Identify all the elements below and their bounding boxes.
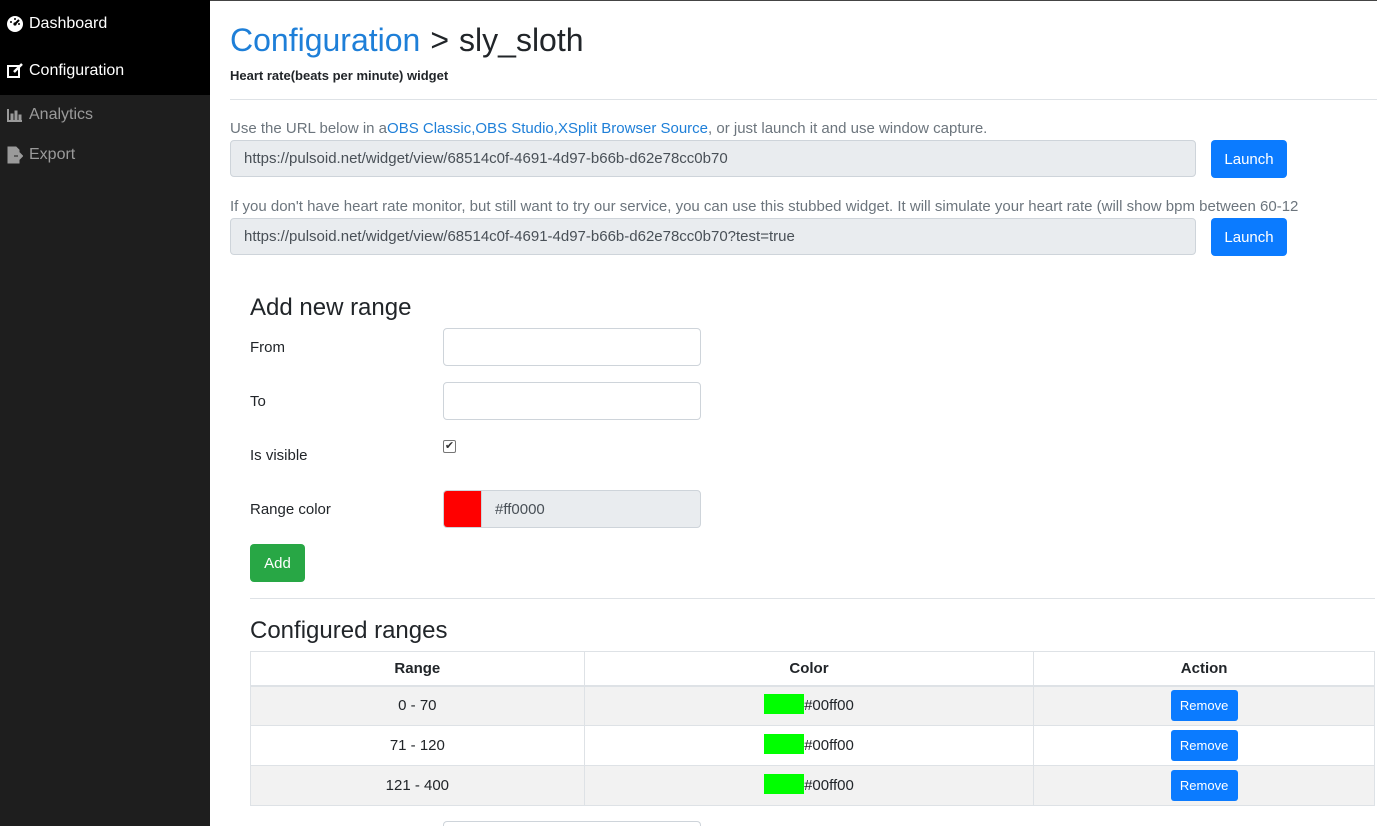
- sidebar-item-export[interactable]: Export: [0, 135, 210, 175]
- page-subtitle: Heart rate(beats per minute) widget: [230, 68, 449, 83]
- divider: [230, 99, 1377, 100]
- obs-classic-link[interactable]: OBS Classic: [387, 120, 471, 137]
- color-swatch: [764, 693, 805, 714]
- configured-ranges-heading: Configured ranges: [250, 617, 448, 644]
- color-cell: #00ff00: [583, 765, 1035, 806]
- range-color-picker[interactable]: #ff0000: [443, 490, 701, 528]
- sidebar-item-label: Export: [29, 146, 76, 163]
- action-cell: Remove: [1033, 725, 1375, 766]
- action-cell: Remove: [1033, 685, 1375, 726]
- color-cell: #00ff00: [583, 685, 1035, 726]
- divider: [250, 598, 1375, 599]
- breadcrumb-configuration-link[interactable]: Configuration: [230, 22, 420, 58]
- table-row: 0 - 70 #00ff00 Remove: [250, 685, 1375, 726]
- add-range-heading: Add new range: [250, 294, 412, 321]
- remove-button[interactable]: Remove: [1170, 730, 1238, 761]
- partial-input[interactable]: [443, 821, 701, 826]
- bar-chart-icon: [5, 105, 25, 125]
- edit-icon: [5, 61, 25, 81]
- range-cell: 0 - 70: [250, 685, 585, 726]
- sidebar-item-analytics[interactable]: Analytics: [0, 95, 210, 135]
- widget-url-hint: Use the URL below in aOBS Classic,OBS St…: [230, 120, 987, 137]
- breadcrumb-current: sly_sloth: [459, 22, 584, 58]
- sidebar-item-label: Analytics: [29, 106, 94, 123]
- tachometer-icon: [5, 14, 25, 34]
- breadcrumb-separator: >: [430, 22, 450, 58]
- sidebar-item-label: Dashboard: [29, 14, 108, 32]
- from-label: From: [250, 339, 285, 356]
- to-label: To: [250, 393, 266, 410]
- table-row: 121 - 400 #00ff00 Remove: [250, 765, 1375, 806]
- color-value[interactable]: #ff0000: [495, 501, 545, 518]
- from-input[interactable]: [443, 328, 701, 366]
- page-title: Configuration > sly_sloth: [230, 22, 584, 59]
- obs-studio-link[interactable]: OBS Studio: [475, 120, 553, 137]
- to-input[interactable]: [443, 382, 701, 420]
- sidebar-item-label: Configuration: [29, 61, 125, 79]
- table-row: 71 - 120 #00ff00 Remove: [250, 725, 1375, 766]
- color-swatch[interactable]: [444, 491, 482, 527]
- range-cell: 121 - 400: [250, 765, 585, 806]
- color-value: #00ff00: [804, 696, 854, 714]
- main-content: Configuration > sly_sloth Heart rate(beats…: [230, 0, 1377, 826]
- ranges-table: Range Color Action 0 - 70 #00ff00 Remove…: [250, 651, 1375, 806]
- column-header-color: Color: [583, 651, 1035, 687]
- column-header-range: Range: [250, 651, 585, 687]
- hint-text: Use the URL below in a: [230, 120, 388, 137]
- is-visible-checkbox[interactable]: ✔: [443, 440, 456, 453]
- launch-button[interactable]: Launch: [1211, 140, 1287, 178]
- launch-test-button[interactable]: Launch: [1211, 218, 1287, 256]
- color-cell: #00ff00: [583, 725, 1035, 766]
- color-value: #00ff00: [804, 736, 854, 754]
- color-swatch: [764, 773, 805, 794]
- file-export-icon: [5, 145, 25, 165]
- add-button[interactable]: Add: [250, 544, 305, 582]
- sidebar-item-dashboard[interactable]: Dashboard: [0, 0, 210, 47]
- color-value: #00ff00: [804, 776, 854, 794]
- sidebar: Dashboard Configuration Analytics Export: [0, 0, 210, 826]
- remove-button[interactable]: Remove: [1170, 770, 1238, 801]
- is-visible-label: Is visible: [250, 447, 308, 464]
- widget-url-field[interactable]: https://pulsoid.net/widget/view/68514c0f…: [230, 140, 1196, 177]
- remove-button[interactable]: Remove: [1170, 690, 1238, 722]
- column-header-action: Action: [1033, 651, 1375, 687]
- range-cell: 71 - 120: [250, 725, 585, 766]
- test-url-hint: If you don't have heart rate monitor, bu…: [230, 198, 1299, 215]
- test-url-field[interactable]: https://pulsoid.net/widget/view/68514c0f…: [230, 218, 1196, 255]
- action-cell: Remove: [1033, 765, 1375, 806]
- range-color-label: Range color: [250, 501, 331, 518]
- hint-text: , or just launch it and use window captu…: [708, 120, 988, 137]
- sidebar-item-configuration[interactable]: Configuration: [0, 47, 210, 94]
- xsplit-link[interactable]: XSplit Browser Source: [558, 120, 708, 137]
- color-swatch: [764, 733, 805, 754]
